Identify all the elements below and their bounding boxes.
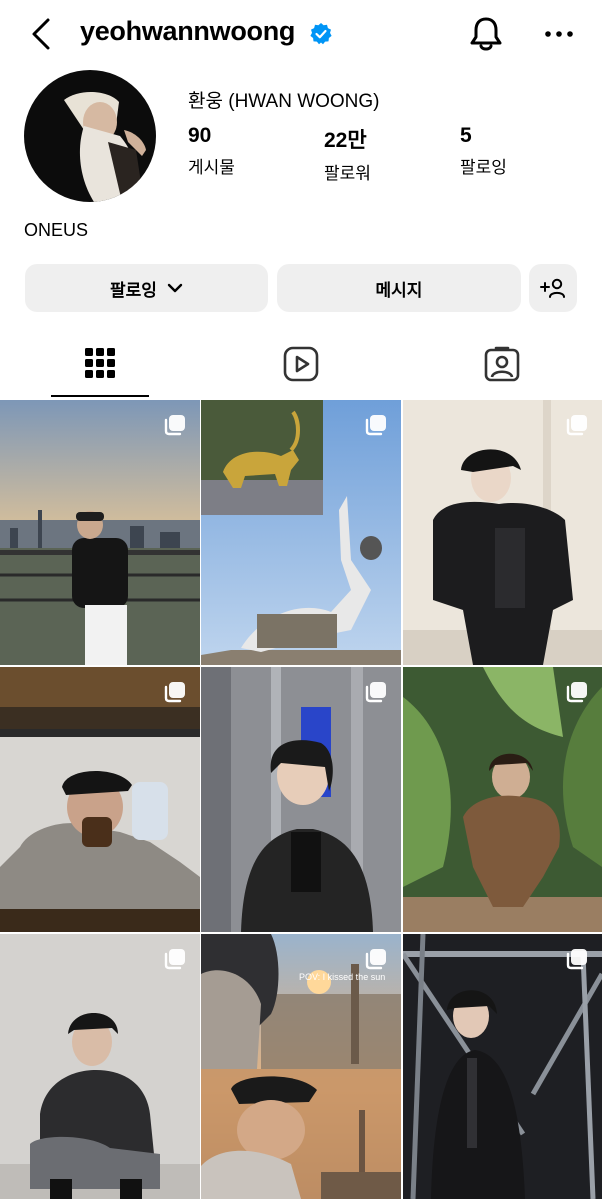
post-photo-1 <box>0 400 200 665</box>
multiple-photos-icon <box>365 682 386 703</box>
followers-count[interactable]: 22만 팔로워 <box>324 124 371 184</box>
message-button-label: 메시지 <box>375 280 423 300</box>
post-photo-2 <box>201 400 401 665</box>
profile-header: yeohwannwoong <box>0 0 602 70</box>
post-thumbnail-2[interactable] <box>201 400 401 665</box>
followers-count-value: 22만 <box>324 129 367 152</box>
post-caption-overlay: POV: I kissed the sun <box>299 972 386 982</box>
more-dots-icon[interactable] <box>541 23 577 45</box>
post-photo-7 <box>0 934 200 1199</box>
multiple-photos-icon <box>566 415 587 436</box>
post-thumbnail-9[interactable] <box>403 934 602 1199</box>
post-photo-5 <box>201 667 401 932</box>
display-name: 환웅 (HWAN WOONG) <box>188 91 380 112</box>
post-thumbnail-4[interactable] <box>0 667 200 932</box>
profile-bio: ONEUS <box>24 220 89 240</box>
post-thumbnail-7[interactable] <box>0 934 200 1199</box>
following-count-label: 팔로잉 <box>460 158 507 177</box>
add-person-icon <box>540 278 565 298</box>
tab-posts-grid[interactable] <box>0 338 200 398</box>
multiple-photos-icon <box>566 949 587 970</box>
chevron-down-icon <box>167 283 183 293</box>
tagged-person-icon <box>484 346 520 382</box>
post-thumbnail-1[interactable] <box>0 400 200 665</box>
reels-icon <box>283 346 319 382</box>
profile-username: yeohwannwoong <box>80 16 296 46</box>
post-thumbnail-8[interactable]: POV: I kissed the sun <box>201 934 401 1199</box>
back-chevron-icon[interactable] <box>28 17 56 51</box>
active-tab-indicator <box>51 395 149 397</box>
following-count-value: 5 <box>460 124 472 147</box>
following-button[interactable]: 팔로잉 <box>25 264 268 312</box>
post-thumbnail-6[interactable] <box>403 667 602 932</box>
multiple-photos-icon <box>164 682 185 703</box>
post-photo-6 <box>403 667 602 932</box>
posts-count[interactable]: 90 게시물 <box>188 124 235 178</box>
post-thumbnail-3[interactable] <box>403 400 602 665</box>
message-button[interactable]: 메시지 <box>277 264 521 312</box>
tab-reels[interactable] <box>201 338 401 398</box>
following-button-label: 팔로잉 <box>110 280 157 300</box>
verified-badge-icon <box>310 23 332 45</box>
multiple-photos-icon <box>566 682 587 703</box>
followers-count-label: 팔로워 <box>324 164 371 183</box>
post-photo-9 <box>403 934 602 1199</box>
suggest-people-button[interactable] <box>529 264 577 312</box>
bell-icon[interactable] <box>466 14 506 54</box>
posts-count-value: 90 <box>188 124 212 147</box>
post-thumbnail-5[interactable] <box>201 667 401 932</box>
following-count[interactable]: 5 팔로잉 <box>460 124 507 178</box>
multiple-photos-icon <box>365 949 386 970</box>
post-photo-4 <box>0 667 200 932</box>
multiple-photos-icon <box>164 415 185 436</box>
post-photo-3 <box>403 400 602 665</box>
grid-icon <box>85 348 115 378</box>
profile-avatar[interactable] <box>24 70 156 202</box>
multiple-photos-icon <box>164 949 185 970</box>
posts-count-label: 게시물 <box>188 158 235 177</box>
avatar-photo <box>24 70 156 202</box>
tab-tagged[interactable] <box>402 338 602 398</box>
multiple-photos-icon <box>365 415 386 436</box>
